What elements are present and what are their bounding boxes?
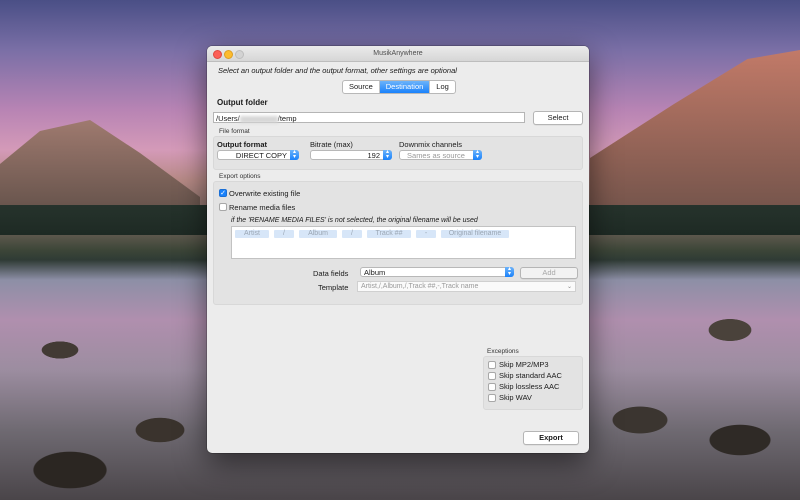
template-combobox[interactable]: Artist,/,Album,/,Track ##,-,Track name ⌄ — [357, 281, 576, 292]
exception-label[interactable]: Skip MP2/MP3 — [499, 360, 549, 369]
bitrate-value: 192 — [367, 151, 380, 160]
app-window: MusikAnywhere Select an output folder an… — [207, 46, 589, 453]
export-options-group-label: Export options — [219, 173, 261, 180]
output-format-value: DIRECT COPY — [235, 151, 287, 160]
rename-note: if the 'RENAME MEDIA FILES' is not selec… — [231, 217, 478, 224]
output-format-label: Output format — [217, 140, 267, 149]
tab-log[interactable]: Log — [430, 81, 455, 93]
updown-chevron-icon: ▴ ▾ — [383, 149, 392, 160]
skip-wav-checkbox[interactable] — [488, 393, 496, 402]
template-value: Artist,/,Album,/,Track ##,-,Track name — [361, 283, 479, 290]
template-token[interactable]: Track ## — [367, 230, 411, 238]
exception-item[interactable]: Skip MP2/MP3 — [488, 360, 549, 369]
exception-item[interactable]: Skip WAV — [488, 393, 532, 402]
tab-bar: Source Destination Log — [342, 80, 456, 94]
updown-chevron-icon: ▴ ▾ — [473, 149, 482, 160]
exception-label[interactable]: Skip lossless AAC — [499, 382, 559, 391]
rename-checkbox[interactable] — [219, 203, 227, 211]
exception-item[interactable]: Skip lossless AAC — [488, 382, 559, 391]
zoom-window-button[interactable] — [235, 50, 244, 59]
template-token[interactable]: Album — [299, 230, 337, 238]
intro-text: Select an output folder and the output f… — [218, 66, 457, 75]
downmix-value: Sames as source — [407, 151, 465, 160]
overwrite-label[interactable]: Overwrite existing file — [229, 189, 300, 198]
downmix-select[interactable]: Sames as source ▴ ▾ — [399, 149, 482, 160]
overwrite-checkbox[interactable]: ✓ — [219, 189, 227, 197]
template-token[interactable]: Original filename — [441, 230, 509, 238]
downmix-label: Downmix channels — [399, 140, 462, 149]
exception-label[interactable]: Skip standard AAC — [499, 371, 562, 380]
updown-chevron-icon: ▴ ▾ — [290, 149, 299, 160]
exceptions-group-label: Exceptions — [487, 348, 519, 355]
add-field-button[interactable]: Add — [520, 267, 578, 279]
title-bar[interactable]: MusikAnywhere — [207, 46, 589, 62]
template-token[interactable]: / — [274, 230, 294, 238]
output-folder-heading: Output folder — [217, 98, 268, 107]
output-format-select[interactable]: DIRECT COPY ▴ ▾ — [217, 149, 299, 160]
template-token[interactable]: / — [342, 230, 362, 238]
template-token[interactable]: Artist — [235, 230, 269, 238]
exception-label[interactable]: Skip WAV — [499, 393, 532, 402]
skip-mp3-checkbox[interactable] — [488, 360, 496, 369]
exception-item[interactable]: Skip standard AAC — [488, 371, 562, 380]
export-button[interactable]: Export — [523, 431, 579, 445]
output-folder-path-field[interactable]: /Users/ /temp — [213, 112, 525, 123]
select-folder-button[interactable]: Select — [533, 111, 583, 125]
data-fields-value: Album — [364, 268, 386, 277]
skip-lossless-aac-checkbox[interactable] — [488, 382, 496, 391]
bitrate-select[interactable]: 192 ▴ ▾ — [310, 149, 392, 160]
tab-destination[interactable]: Destination — [379, 81, 431, 93]
template-token[interactable]: - — [416, 230, 436, 238]
path-prefix: /Users/ — [216, 114, 240, 123]
chevron-down-icon[interactable]: ⌄ — [567, 282, 572, 292]
tab-source[interactable]: Source — [343, 81, 380, 93]
updown-chevron-icon: ▴ ▾ — [505, 266, 514, 277]
window-title: MusikAnywhere — [373, 50, 423, 57]
rename-label[interactable]: Rename media files — [229, 203, 295, 212]
template-label: Template — [318, 283, 349, 292]
data-fields-select[interactable]: Album ▴ ▾ — [360, 266, 514, 277]
bitrate-label: Bitrate (max) — [310, 140, 353, 149]
close-window-button[interactable] — [213, 50, 222, 59]
file-format-group-label: File format — [219, 128, 250, 135]
data-fields-label: Data fields — [313, 269, 349, 278]
minimize-window-button[interactable] — [224, 50, 233, 59]
path-suffix: /temp — [277, 114, 297, 123]
template-token-area[interactable]: Artist / Album / Track ## - Original fil… — [231, 226, 576, 259]
redacted-username — [239, 115, 278, 123]
skip-standard-aac-checkbox[interactable] — [488, 371, 496, 380]
